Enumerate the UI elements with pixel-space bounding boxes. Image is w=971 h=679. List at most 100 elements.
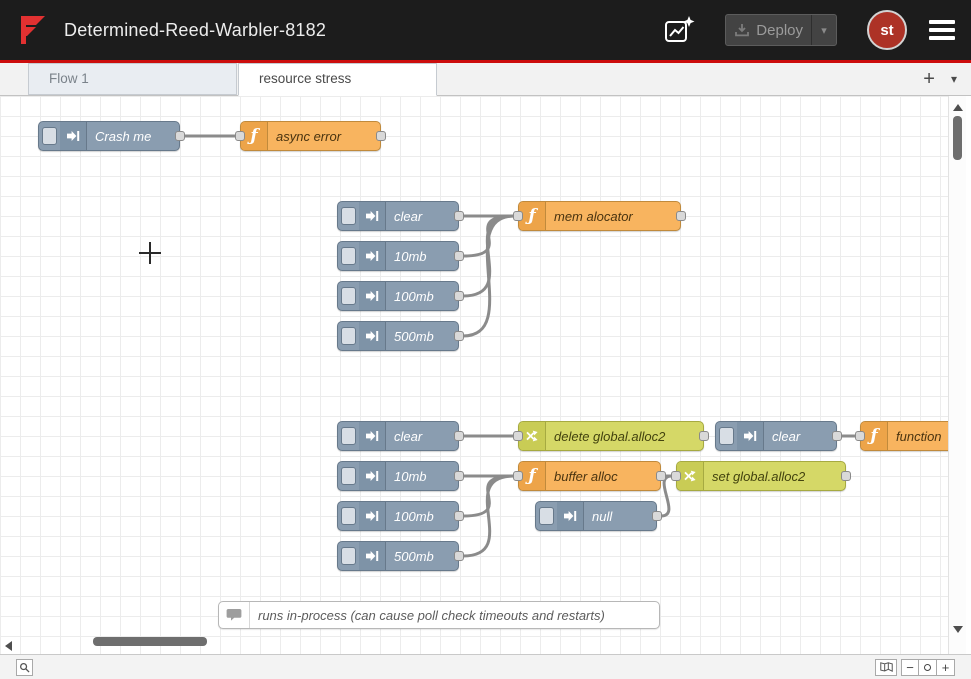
input-port[interactable] [671, 471, 681, 481]
horizontal-scrollbar-thumb[interactable] [93, 637, 207, 646]
output-port[interactable] [841, 471, 851, 481]
output-port[interactable] [656, 471, 666, 481]
inject-trigger-button[interactable] [341, 327, 356, 345]
output-port[interactable] [454, 331, 464, 341]
node-inject-null[interactable]: null [535, 501, 657, 531]
navigator-toggle-button[interactable] [875, 659, 897, 676]
node-inject-500mb-1[interactable]: 500mb [337, 321, 459, 351]
inject-trigger-button[interactable] [341, 247, 356, 265]
node-function-mem-alocator[interactable]: ƒmem alocator [518, 201, 681, 231]
input-port[interactable] [513, 211, 523, 221]
inject-trigger-button[interactable] [341, 467, 356, 485]
node-label: clear [394, 209, 422, 224]
node-change-set-global-alloc2[interactable]: set global.alloc2 [676, 461, 846, 491]
deploy-button[interactable]: Deploy ▾ [725, 14, 837, 46]
input-port[interactable] [235, 131, 245, 141]
inject-trigger-button[interactable] [341, 507, 356, 525]
node-function-buffer-alloc[interactable]: ƒ buffer alloc [518, 461, 661, 491]
output-port[interactable] [454, 431, 464, 441]
input-port[interactable] [855, 431, 865, 441]
output-port[interactable] [376, 131, 386, 141]
inject-trigger-button[interactable] [341, 547, 356, 565]
node-inject-crash-me[interactable]: Crash me [38, 121, 180, 151]
inject-icon [737, 422, 764, 450]
menu-bar-icon [929, 36, 955, 40]
node-inject-100mb-2[interactable]: 100mb [337, 501, 459, 531]
search-icon [19, 662, 30, 673]
input-port[interactable] [513, 431, 523, 441]
node-label: 10mb [394, 469, 427, 484]
node-function-async-error[interactable]: ƒasync error [240, 121, 381, 151]
node-label: delete global.alloc2 [554, 429, 665, 444]
output-port[interactable] [832, 431, 842, 441]
node-inject-clear-3[interactable]: clear [715, 421, 837, 451]
node-label: runs in-process (can cause poll check ti… [258, 608, 605, 623]
zoom-out-button[interactable]: − [901, 659, 919, 676]
node-label: buffer alloc [554, 469, 618, 484]
node-label: function [896, 429, 942, 444]
node-label: 500mb [394, 549, 434, 564]
vertical-scrollbar[interactable] [948, 96, 966, 654]
output-port[interactable] [454, 211, 464, 221]
deploy-options-button[interactable]: ▾ [811, 15, 836, 45]
status-bar: − + [0, 654, 971, 679]
inject-trigger-button[interactable] [719, 427, 734, 445]
scroll-left-arrow-icon[interactable] [5, 641, 12, 651]
node-label: 100mb [394, 289, 434, 304]
zoom-controls: − + [875, 659, 955, 676]
flow-list-button[interactable]: ▾ [951, 72, 957, 86]
deploy-label: Deploy [756, 22, 811, 39]
flowfuse-logo-icon[interactable] [16, 13, 50, 47]
zoom-reset-button[interactable] [919, 659, 937, 676]
add-flow-button[interactable]: + [923, 69, 935, 89]
comment-icon [219, 602, 250, 628]
node-inject-10mb-2[interactable]: 10mb [337, 461, 459, 491]
inject-trigger-button[interactable] [42, 127, 57, 145]
inject-icon [359, 242, 386, 270]
input-port[interactable] [513, 471, 523, 481]
tab-flow-1[interactable]: Flow 1 [28, 63, 237, 95]
output-port[interactable] [175, 131, 185, 141]
output-port[interactable] [676, 211, 686, 221]
zoom-reset-icon [924, 664, 931, 671]
output-port[interactable] [454, 251, 464, 261]
output-port[interactable] [652, 511, 662, 521]
tab-label: resource stress [259, 71, 351, 86]
flow-overview-icon[interactable] [664, 15, 695, 45]
main-menu-button[interactable] [929, 20, 955, 40]
search-flows-button[interactable] [16, 659, 33, 676]
function-icon: ƒ [519, 202, 546, 230]
output-port[interactable] [454, 471, 464, 481]
user-avatar[interactable]: st [867, 10, 907, 50]
flow-canvas[interactable]: Crash me ƒasync error clear 10mb 100mb 500mb ƒ… [0, 96, 948, 654]
node-inject-clear-2[interactable]: clear [337, 421, 459, 451]
menu-bar-icon [929, 28, 955, 32]
menu-bar-icon [929, 20, 955, 24]
output-port[interactable] [454, 511, 464, 521]
zoom-in-button[interactable]: + [937, 659, 955, 676]
output-port[interactable] [699, 431, 709, 441]
inject-trigger-button[interactable] [341, 287, 356, 305]
inject-trigger-button[interactable] [539, 507, 554, 525]
node-inject-100mb-1[interactable]: 100mb [337, 281, 459, 311]
node-inject-500mb-2[interactable]: 500mb [337, 541, 459, 571]
inject-trigger-button[interactable] [341, 427, 356, 445]
output-port[interactable] [454, 291, 464, 301]
node-function-function[interactable]: ƒfunction [860, 421, 948, 451]
tab-label: Flow 1 [49, 71, 89, 86]
node-change-delete-global-alloc2[interactable]: delete global.alloc2 [518, 421, 704, 451]
function-icon: ƒ [241, 122, 268, 150]
node-red-editor: Determined-Reed-Warbler-8182 Deploy ▾ st [0, 0, 971, 679]
scroll-down-arrow-icon[interactable] [953, 626, 963, 633]
output-port[interactable] [454, 551, 464, 561]
tab-resource-stress[interactable]: resource stress [238, 63, 437, 96]
function-icon: ƒ [519, 462, 546, 490]
node-inject-clear-1[interactable]: clear [337, 201, 459, 231]
node-comment-comment-1[interactable]: runs in-process (can cause poll check ti… [218, 601, 660, 629]
caret-down-icon: ▾ [821, 24, 827, 37]
vertical-scrollbar-thumb[interactable] [953, 116, 962, 160]
node-label: 500mb [394, 329, 434, 344]
inject-trigger-button[interactable] [341, 207, 356, 225]
scroll-up-arrow-icon[interactable] [953, 104, 963, 111]
node-inject-10mb-1[interactable]: 10mb [337, 241, 459, 271]
